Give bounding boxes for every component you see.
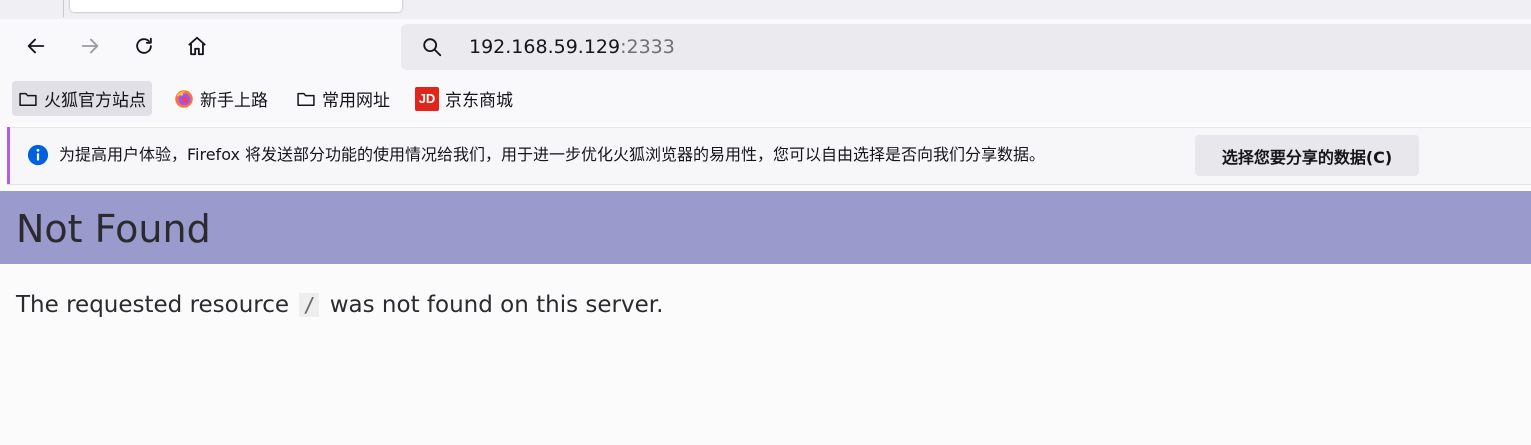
url-host: 192.168.59.129: [469, 36, 621, 58]
home-icon: [188, 36, 206, 56]
bookmark-getting-started[interactable]: 新手上路: [168, 81, 274, 116]
tab-separator: [63, 0, 64, 17]
bookmark-label: 京东商城: [445, 91, 513, 111]
bookmark-jd-mall[interactable]: JD 京东商城: [409, 81, 519, 116]
page-title: Not Found: [16, 207, 211, 251]
reload-icon: [136, 37, 152, 54]
address-bar[interactable]: 192.168.59.129:2333: [401, 24, 1531, 70]
data-sharing-notification: 为提高用户体验，Firefox 将发送部分功能的使用情况给我们，用于进一步优化火…: [7, 127, 1531, 184]
back-arrow-icon: [27, 38, 45, 54]
navigation-toolbar: 192.168.59.129:2333: [0, 19, 1531, 77]
search-icon: [423, 38, 442, 57]
error-text-after: was not found on this server.: [322, 292, 664, 318]
forward-arrow-icon: [81, 38, 99, 54]
page-content: Not Found The requested resource / was n…: [0, 191, 1531, 445]
notification-message: 为提高用户体验，Firefox 将发送部分功能的使用情况给我们，用于进一步优化火…: [59, 145, 1046, 164]
back-button[interactable]: [19, 29, 53, 63]
error-text-before: The requested resource: [16, 292, 297, 318]
bookmark-firefox-official[interactable]: 火狐官方站点: [12, 81, 152, 116]
firefox-icon: [174, 89, 194, 109]
home-button[interactable]: [180, 29, 214, 63]
choose-data-button[interactable]: 选择您要分享的数据(C): [1195, 135, 1419, 176]
info-icon: [27, 144, 49, 166]
folder-icon: [296, 89, 316, 109]
page-header: Not Found: [0, 191, 1531, 264]
active-tab[interactable]: [70, 0, 402, 12]
resource-path: /: [299, 293, 320, 317]
bookmark-common-sites[interactable]: 常用网址: [290, 81, 396, 116]
reload-button[interactable]: [127, 29, 161, 63]
bookmark-label: 常用网址: [322, 91, 390, 111]
jd-icon: JD: [415, 86, 439, 111]
url-text[interactable]: 192.168.59.129:2333: [469, 36, 675, 58]
forward-button[interactable]: [73, 29, 107, 63]
tab-strip: [0, 0, 1531, 19]
bookmarks-toolbar: 火狐官方站点 新手上路 常用网址 JD 京东商城: [0, 77, 1531, 123]
bookmark-label: 火狐官方站点: [44, 91, 146, 111]
bookmark-label: 新手上路: [200, 91, 268, 111]
error-message: The requested resource / was not found o…: [16, 289, 663, 321]
url-port: :2333: [620, 36, 675, 58]
folder-icon: [18, 89, 38, 109]
jd-icon-text: JD: [418, 91, 436, 106]
